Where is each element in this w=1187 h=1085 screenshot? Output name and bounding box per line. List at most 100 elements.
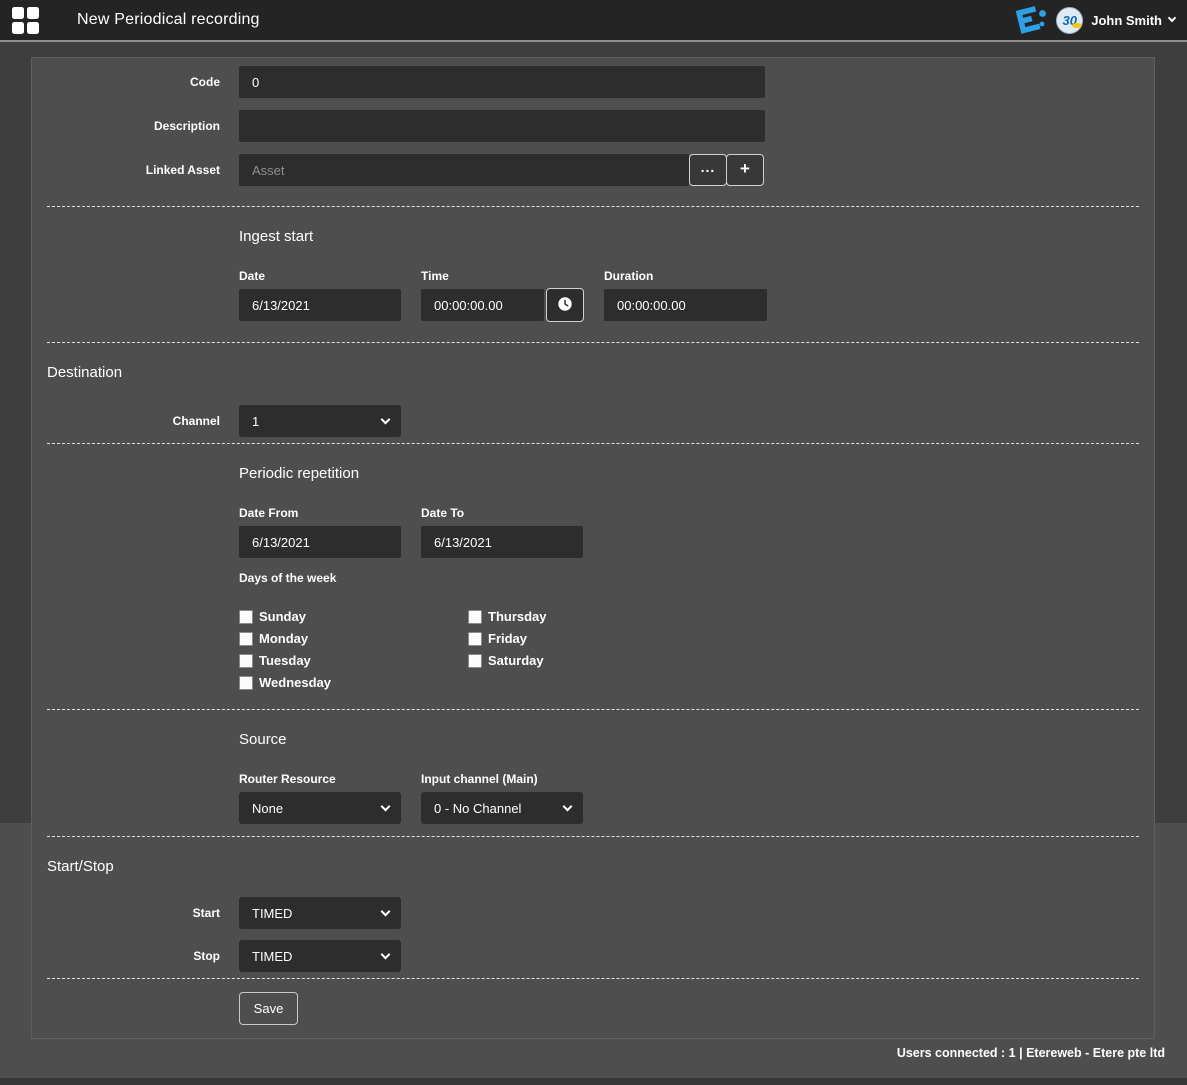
day-option-wednesday[interactable]: Wednesday xyxy=(239,675,468,690)
checkbox-wednesday[interactable] xyxy=(239,676,253,690)
status-text: Users connected : 1 | Etereweb - Etere p… xyxy=(897,1046,1165,1060)
source-heading: Source xyxy=(239,731,1139,748)
day-label: Friday xyxy=(488,631,527,646)
date-label: Date xyxy=(239,269,401,283)
channel-value: 1 xyxy=(252,414,259,429)
save-button[interactable]: Save xyxy=(239,992,298,1025)
top-bar-right: 30 John Smith xyxy=(1011,3,1175,37)
ellipsis-icon: ... xyxy=(701,159,716,175)
linked-asset-label: Linked Asset xyxy=(47,163,239,177)
router-resource-select[interactable]: None xyxy=(239,792,401,824)
day-label: Saturday xyxy=(488,653,544,668)
day-option-thursday[interactable]: Thursday xyxy=(468,609,547,624)
duration-input[interactable] xyxy=(604,289,767,321)
chevron-down-icon xyxy=(1168,14,1176,22)
day-option-friday[interactable]: Friday xyxy=(468,631,547,646)
day-option-sunday[interactable]: Sunday xyxy=(239,609,468,624)
section-divider xyxy=(47,836,1139,837)
checkbox-sunday[interactable] xyxy=(239,610,253,624)
date-from-field: Date From xyxy=(239,506,401,558)
date-to-label: Date To xyxy=(421,506,583,520)
chevron-down-icon xyxy=(381,950,391,960)
checkbox-tuesday[interactable] xyxy=(239,654,253,668)
user-menu[interactable]: John Smith xyxy=(1091,13,1175,28)
stop-label: Stop xyxy=(47,949,239,963)
days-of-week-group: Sunday Monday Tuesday Wednesday xyxy=(239,609,1139,697)
router-resource-value: None xyxy=(252,801,283,816)
day-label: Thursday xyxy=(488,609,547,624)
page-title: New Periodical recording xyxy=(77,11,260,29)
periodic-repetition-section: Periodic repetition Date From Date To Da… xyxy=(239,465,1139,697)
linked-asset-row: Linked Asset ... + xyxy=(47,154,1139,186)
duration-label: Duration xyxy=(604,269,767,283)
day-label: Tuesday xyxy=(259,653,311,668)
checkbox-saturday[interactable] xyxy=(468,654,482,668)
ingest-time-input[interactable] xyxy=(421,289,544,321)
linked-asset-input[interactable] xyxy=(239,154,689,186)
start-mode-select[interactable]: TIMED xyxy=(239,897,401,929)
user-name: John Smith xyxy=(1091,13,1162,28)
page: New Periodical recording 30 John Smith xyxy=(0,0,1187,1085)
apps-grid-icon[interactable] xyxy=(12,7,39,34)
anniversary-badge-icon: 30 xyxy=(1056,7,1083,34)
chevron-down-icon xyxy=(381,907,391,917)
source-section: Source Router Resource None Input channe… xyxy=(239,731,1139,824)
day-option-monday[interactable]: Monday xyxy=(239,631,468,646)
date-to-input[interactable] xyxy=(421,526,583,558)
description-row: Description xyxy=(47,110,1139,142)
periodic-repetition-heading: Periodic repetition xyxy=(239,465,1139,482)
section-divider xyxy=(47,342,1139,343)
router-resource-field: Router Resource None xyxy=(239,772,401,824)
code-row: Code xyxy=(47,66,1139,98)
destination-heading: Destination xyxy=(47,364,1139,381)
section-divider xyxy=(47,443,1139,444)
time-label: Time xyxy=(421,269,584,283)
day-label: Wednesday xyxy=(259,675,331,690)
date-from-input[interactable] xyxy=(239,526,401,558)
status-bar: Users connected : 1 | Etereweb - Etere p… xyxy=(897,1046,1165,1060)
start-stop-section: Start/Stop Start TIMED Stop TIMED xyxy=(47,858,1139,972)
input-channel-label: Input channel (Main) xyxy=(421,772,583,786)
day-option-tuesday[interactable]: Tuesday xyxy=(239,653,468,668)
channel-select[interactable]: 1 xyxy=(239,405,401,437)
etere-logo-icon xyxy=(1011,3,1049,37)
start-stop-heading: Start/Stop xyxy=(47,858,1139,875)
clock-icon xyxy=(557,296,573,315)
description-label: Description xyxy=(47,119,239,133)
section-divider xyxy=(47,709,1139,710)
ingest-date-input[interactable] xyxy=(239,289,401,321)
destination-section: Destination Channel 1 xyxy=(47,364,1139,437)
checkbox-monday[interactable] xyxy=(239,632,253,646)
input-channel-value: 0 - No Channel xyxy=(434,801,521,816)
section-divider xyxy=(47,206,1139,207)
time-picker-button[interactable] xyxy=(546,288,584,322)
top-bar: New Periodical recording 30 John Smith xyxy=(0,0,1187,42)
chevron-down-icon xyxy=(563,802,573,812)
chevron-down-icon xyxy=(381,415,391,425)
input-channel-select[interactable]: 0 - No Channel xyxy=(421,792,583,824)
ingest-duration-field: Duration xyxy=(604,269,767,322)
day-label: Sunday xyxy=(259,609,306,624)
ingest-time-field: Time xyxy=(421,269,584,322)
ingest-start-section: Ingest start Date Time xyxy=(239,228,1139,322)
stop-mode-value: TIMED xyxy=(252,949,292,964)
checkbox-friday[interactable] xyxy=(468,632,482,646)
checkbox-thursday[interactable] xyxy=(468,610,482,624)
channel-label: Channel xyxy=(47,414,239,428)
ingest-start-heading: Ingest start xyxy=(239,228,1139,245)
code-input[interactable] xyxy=(239,66,765,98)
plus-icon: + xyxy=(740,159,750,179)
ingest-date-field: Date xyxy=(239,269,401,322)
code-label: Code xyxy=(47,75,239,89)
router-resource-label: Router Resource xyxy=(239,772,401,786)
chevron-down-icon xyxy=(381,802,391,812)
add-asset-button[interactable]: + xyxy=(726,154,764,186)
linked-asset-buttons: ... + xyxy=(689,154,764,186)
stop-mode-select[interactable]: TIMED xyxy=(239,940,401,972)
description-input[interactable] xyxy=(239,110,765,142)
bottom-strip xyxy=(0,1078,1187,1085)
date-from-label: Date From xyxy=(239,506,401,520)
day-option-saturday[interactable]: Saturday xyxy=(468,653,547,668)
browse-asset-button[interactable]: ... xyxy=(689,154,727,186)
start-mode-value: TIMED xyxy=(252,906,292,921)
